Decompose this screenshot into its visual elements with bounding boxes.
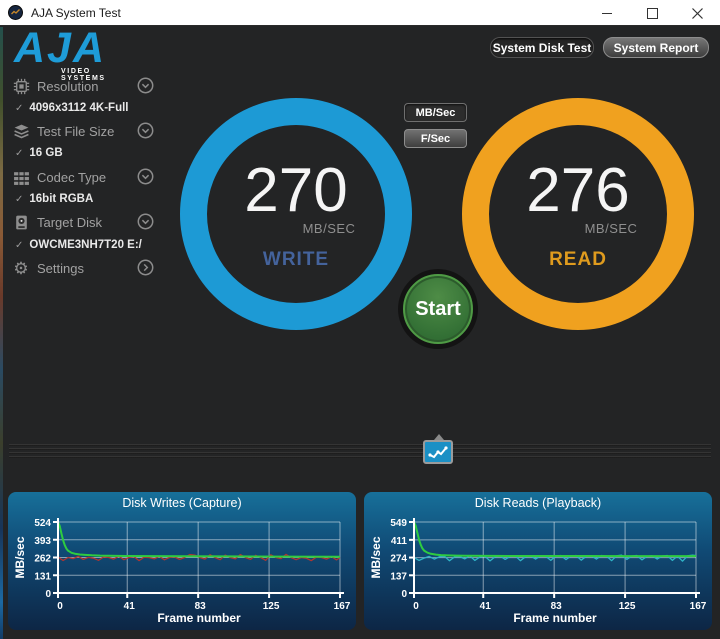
sidebar-label: Codec Type (37, 169, 107, 185)
resolution-value: ✓ 4096x3112 4K-Full (15, 102, 129, 114)
app-icon (8, 5, 23, 20)
hard-disk-icon (12, 214, 30, 231)
sidebar-label: Target Disk (37, 214, 103, 230)
sidebar-item-codec-type[interactable]: Codec Type (12, 167, 154, 187)
svg-text:125: 125 (263, 601, 280, 612)
titlebar: AJA System Test (0, 0, 720, 26)
window-controls (585, 0, 720, 26)
svg-text:131: 131 (34, 571, 51, 582)
sidebar-item-settings[interactable]: ⚙ Settings (12, 258, 154, 278)
panel-splitter-handle[interactable] (9, 443, 711, 461)
svg-text:Frame number: Frame number (157, 611, 241, 625)
gear-icon: ⚙ (13, 258, 29, 278)
layers-icon (12, 123, 30, 140)
sidebar-item-target-disk[interactable]: Target Disk (12, 212, 154, 232)
svg-text:Frame number: Frame number (513, 611, 597, 625)
write-gauge-label: WRITE (262, 249, 330, 270)
read-gauge-label: READ (549, 249, 607, 270)
svg-text:0: 0 (57, 601, 63, 612)
sidebar-item-resolution[interactable]: Resolution (12, 76, 154, 96)
read-speed-gauge: 276 MB/SEC READ (462, 98, 694, 330)
chevron-right-icon[interactable] (137, 259, 154, 276)
desktop-edge-sliver (0, 27, 3, 639)
maximize-button[interactable] (630, 0, 675, 26)
chart-toggle-button[interactable] (423, 434, 453, 464)
svg-text:549: 549 (390, 518, 407, 529)
svg-text:524: 524 (34, 518, 51, 529)
check-icon: ✓ (15, 193, 24, 205)
svg-text:41: 41 (480, 601, 492, 612)
start-button-label: Start (415, 297, 461, 320)
check-icon: ✓ (15, 102, 24, 114)
line-chart-icon (428, 446, 448, 459)
minimize-icon (602, 12, 612, 14)
svg-text:393: 393 (34, 536, 51, 547)
disk-writes-chart-panel: Disk Writes (Capture) 0 131 262 393 524 0 41 83… (8, 492, 356, 630)
mb-per-sec-button[interactable]: MB/Sec (404, 103, 467, 122)
write-speed-unit: MB/SEC (302, 221, 356, 236)
aja-logo-text: AJA (14, 24, 107, 72)
codec-type-value: ✓ 16bit RGBA (15, 193, 94, 205)
sidebar-label: Settings (37, 260, 84, 276)
chevron-down-icon[interactable] (137, 122, 154, 139)
svg-text:167: 167 (690, 601, 707, 612)
chevron-down-icon[interactable] (137, 213, 154, 230)
chevron-down-icon[interactable] (137, 77, 154, 94)
read-speed-unit: MB/SEC (584, 221, 638, 236)
maximize-icon (647, 7, 658, 19)
svg-text:411: 411 (391, 536, 408, 547)
svg-text:MB/sec: MB/sec (369, 536, 383, 578)
cpu-icon (12, 78, 30, 95)
svg-text:MB/sec: MB/sec (13, 536, 27, 578)
disk-reads-chart: 01372744115490 41 83 125 167MB/secFrame numb… (369, 518, 707, 625)
svg-text:274: 274 (390, 554, 407, 565)
window-title: AJA System Test (31, 5, 121, 20)
system-report-button[interactable]: System Report (603, 37, 709, 58)
svg-text:125: 125 (619, 601, 636, 612)
svg-text:0: 0 (401, 589, 407, 600)
check-icon: ✓ (15, 239, 24, 251)
sidebar-item-test-file-size[interactable]: Test File Size (12, 121, 154, 141)
test-file-size-value: ✓ 16 GB (15, 147, 63, 159)
aja-logo: AJA VIDEO SYSTEMS (14, 24, 124, 83)
start-button[interactable]: Start (398, 269, 478, 349)
minimize-button[interactable] (585, 0, 630, 26)
read-speed-value: 276 (526, 156, 630, 225)
system-disk-test-button[interactable]: System Disk Test (490, 37, 594, 58)
chart-title: Disk Writes (Capture) (122, 496, 242, 510)
sidebar-label: Test File Size (37, 123, 115, 139)
svg-text:137: 137 (390, 571, 407, 582)
write-speed-value: 270 (244, 156, 348, 225)
close-button[interactable] (675, 0, 720, 26)
sidebar-label: Resolution (37, 78, 99, 94)
grid-icon (12, 169, 30, 186)
notch-arrow-icon (434, 434, 444, 440)
disk-reads-chart-panel: Disk Reads (Playback) 0 137 274 411 549 0 41 83… (364, 492, 712, 630)
svg-text:262: 262 (34, 554, 51, 565)
aja-system-test-window: AJA System Test AJA VIDEO SYSTEMS System… (0, 0, 720, 639)
svg-text:0: 0 (45, 589, 51, 600)
check-icon: ✓ (15, 147, 24, 159)
chevron-down-icon[interactable] (137, 168, 154, 185)
write-speed-gauge: 270 MB/SEC WRITE (180, 98, 412, 330)
disk-writes-chart: 01312623935240 41 83 125 167MB/secFrame numb… (13, 518, 351, 625)
chart-title: Disk Reads (Playback) (474, 496, 602, 510)
target-disk-value: ✓ OWCME3NH7T20 E:/ (15, 239, 142, 251)
frames-per-sec-button[interactable]: F/Sec (404, 129, 467, 148)
close-icon (692, 7, 703, 19)
svg-text:167: 167 (334, 601, 351, 612)
svg-text:0: 0 (413, 601, 419, 612)
svg-text:41: 41 (124, 601, 136, 612)
